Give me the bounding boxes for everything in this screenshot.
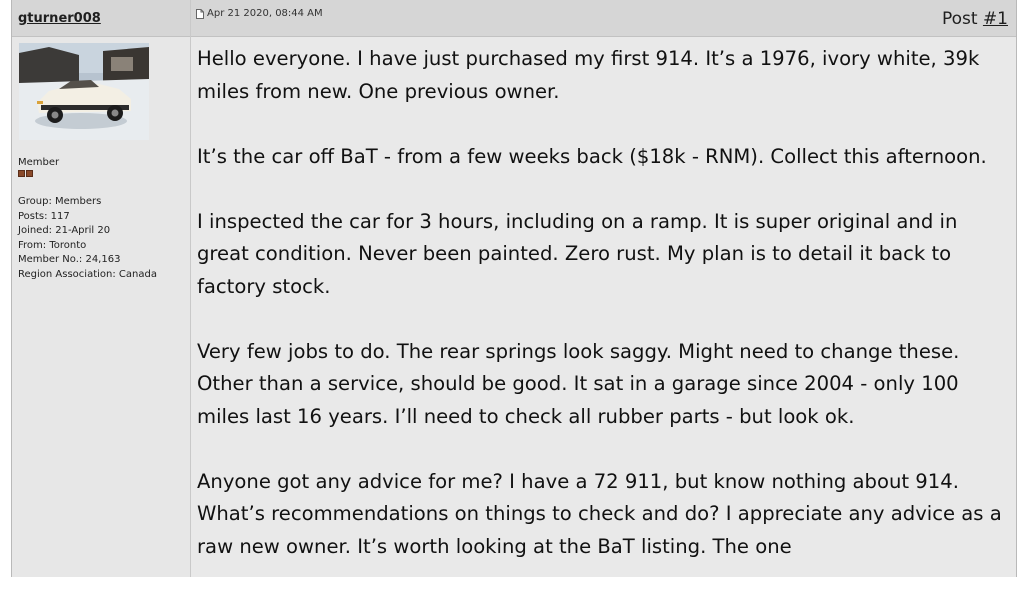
post-date-wrap: Apr 21 2020, 08:44 AM — [196, 8, 323, 19]
author-region: Region Association: Canada — [18, 268, 157, 280]
post-paragraph: Hello everyone. I have just purchased my… — [197, 47, 980, 103]
rank-pip — [18, 170, 25, 177]
author-info: Group: Members Posts: 117 Joined: 21-Apr… — [18, 195, 157, 283]
post-paragraph: I inspected the car for 3 hours, includi… — [197, 209, 958, 298]
post-paragraph: Very few jobs to do. The rear springs lo… — [197, 339, 960, 428]
post-number: Post #1 — [942, 9, 1008, 29]
author-joined: Joined: 21-April 20 — [18, 225, 111, 237]
author-username-link[interactable]: gturner008 — [18, 11, 101, 26]
post-header: Apr 21 2020, 08:44 AM Post #1 — [191, 0, 1016, 37]
post-date: Apr 21 2020, 08:44 AM — [207, 8, 323, 19]
author-column: gturner008 Member Group: Members Posts: … — [12, 0, 191, 577]
post-body: Hello everyone. I have just purchased my… — [197, 43, 1012, 596]
post-permalink[interactable]: #1 — [983, 9, 1008, 29]
author-posts: Posts: 117 — [18, 210, 70, 222]
forum-post: gturner008 Member Group: Members Posts: … — [11, 0, 1017, 577]
author-member-number: Member No.: 24,163 — [18, 254, 121, 266]
rank-pips — [18, 170, 33, 177]
rank-pip — [26, 170, 33, 177]
post-paragraph: It’s the car off BaT - from a few weeks … — [197, 144, 987, 168]
member-title: Member — [18, 157, 60, 168]
post-label: Post — [941, 9, 978, 29]
document-icon — [196, 8, 204, 19]
author-location: From: Toronto — [18, 239, 87, 251]
author-group: Group: Members — [18, 196, 102, 207]
avatar[interactable] — [19, 43, 149, 140]
avatar-car-photo — [19, 43, 149, 140]
post-paragraph: Anyone got any advice for me? I have a 7… — [197, 469, 1002, 558]
author-header: gturner008 — [12, 0, 190, 37]
post-column: Apr 21 2020, 08:44 AM Post #1 Hello ever… — [191, 0, 1016, 577]
